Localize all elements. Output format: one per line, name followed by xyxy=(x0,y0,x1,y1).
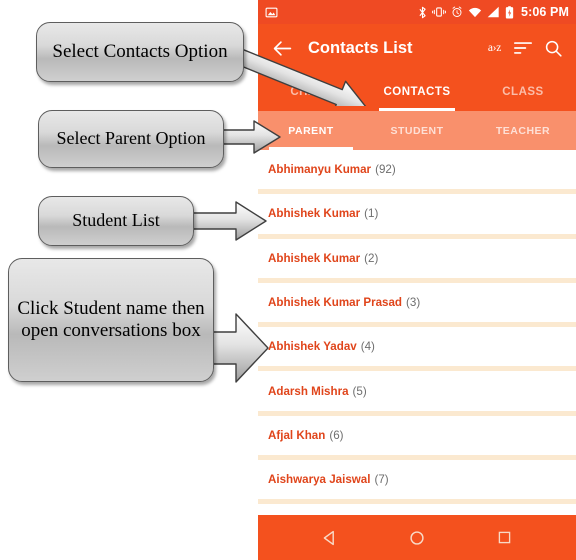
contact-row[interactable]: Abhishek Yadav (4) xyxy=(258,327,576,372)
recents-square-icon[interactable] xyxy=(497,530,512,545)
contact-name: Abhishek Yadav xyxy=(268,340,357,354)
cellular-signal-icon xyxy=(487,6,499,18)
subtab-student[interactable]: STUDENT xyxy=(364,111,470,150)
contact-count: (6) xyxy=(329,428,344,442)
contact-count: (7) xyxy=(374,473,389,487)
tab-chats[interactable]: CHATS xyxy=(258,72,364,111)
contact-count: (3) xyxy=(406,296,421,310)
filter-icon[interactable] xyxy=(514,41,532,55)
android-navigation-bar xyxy=(258,515,576,560)
bluetooth-icon xyxy=(419,6,426,18)
sort-az-icon[interactable]: a›z xyxy=(488,42,501,54)
app-bar: Contacts List a›z xyxy=(258,24,576,72)
contact-count: (92) xyxy=(375,163,396,177)
app-bar-actions: a›z xyxy=(488,40,562,57)
contact-name: Abhishek Kumar xyxy=(268,251,361,265)
tab-contacts[interactable]: CONTACTS xyxy=(364,72,470,111)
contact-name: Adarsh Mishra xyxy=(268,384,349,398)
callout-select-parent: Select Parent Option xyxy=(38,110,224,168)
contact-count: (2) xyxy=(364,251,379,265)
wifi-icon xyxy=(468,7,482,17)
contact-row[interactable]: Abhimanyu Kumar (92) xyxy=(258,150,576,195)
status-bar: 5:06 PM xyxy=(258,0,576,24)
contact-row[interactable]: Abhishek Kumar (1) xyxy=(258,194,576,239)
status-bar-clock: 5:06 PM xyxy=(521,5,569,19)
home-circle-icon[interactable] xyxy=(409,530,425,546)
contact-name: Abhimanyu Kumar xyxy=(268,163,372,177)
back-triangle-icon[interactable] xyxy=(322,530,338,546)
main-tab-bar: CHATS CONTACTS CLASS xyxy=(258,72,576,111)
back-arrow-icon[interactable] xyxy=(264,40,300,57)
subtab-parent[interactable]: PARENT xyxy=(258,111,364,150)
contact-count: (5) xyxy=(352,384,367,398)
vibrate-icon xyxy=(432,7,446,17)
contact-name: Abhishek Kumar xyxy=(268,207,361,221)
callout-click-student-name: Click Student name then open conversatio… xyxy=(8,258,214,382)
contact-row[interactable]: Abhishek Kumar (2) xyxy=(258,238,576,283)
subtab-teacher[interactable]: TEACHER xyxy=(470,111,576,150)
sub-tab-bar: PARENT STUDENT TEACHER xyxy=(258,111,576,150)
contact-count: (1) xyxy=(364,207,379,221)
battery-charging-icon xyxy=(505,5,514,19)
contact-name: Afjal Khan xyxy=(268,428,326,442)
status-bar-left-icons xyxy=(265,6,278,19)
contact-name: Abhishek Kumar Prasad xyxy=(268,296,403,310)
contact-row[interactable]: Abhishek Kumar Prasad (3) xyxy=(258,282,576,328)
contact-row[interactable]: Afjal Khan (6) xyxy=(258,415,576,461)
contact-list[interactable]: Abhimanyu Kumar (92) Abhishek Kumar (1) … xyxy=(258,150,576,515)
phone-screenshot: 5:06 PM Contacts List a›z CHATS CONTACTS… xyxy=(258,0,576,560)
search-icon[interactable] xyxy=(545,40,562,57)
page-title: Contacts List xyxy=(308,38,413,57)
status-bar-right-icons: 5:06 PM xyxy=(418,5,569,19)
contact-row[interactable]: Adarsh Mishra (5) xyxy=(258,371,576,416)
callout-student-list: Student List xyxy=(38,196,194,246)
screenshot-icon xyxy=(265,7,278,17)
contact-name: Aishwarya Jaiswal xyxy=(268,473,371,487)
contact-row[interactable]: Aishwarya Jaiswal (7) xyxy=(258,460,576,505)
contact-count: (4) xyxy=(360,340,375,354)
alarm-icon xyxy=(452,6,462,17)
tab-class[interactable]: CLASS xyxy=(470,72,576,111)
callout-select-contacts: Select Contacts Option xyxy=(36,22,244,82)
